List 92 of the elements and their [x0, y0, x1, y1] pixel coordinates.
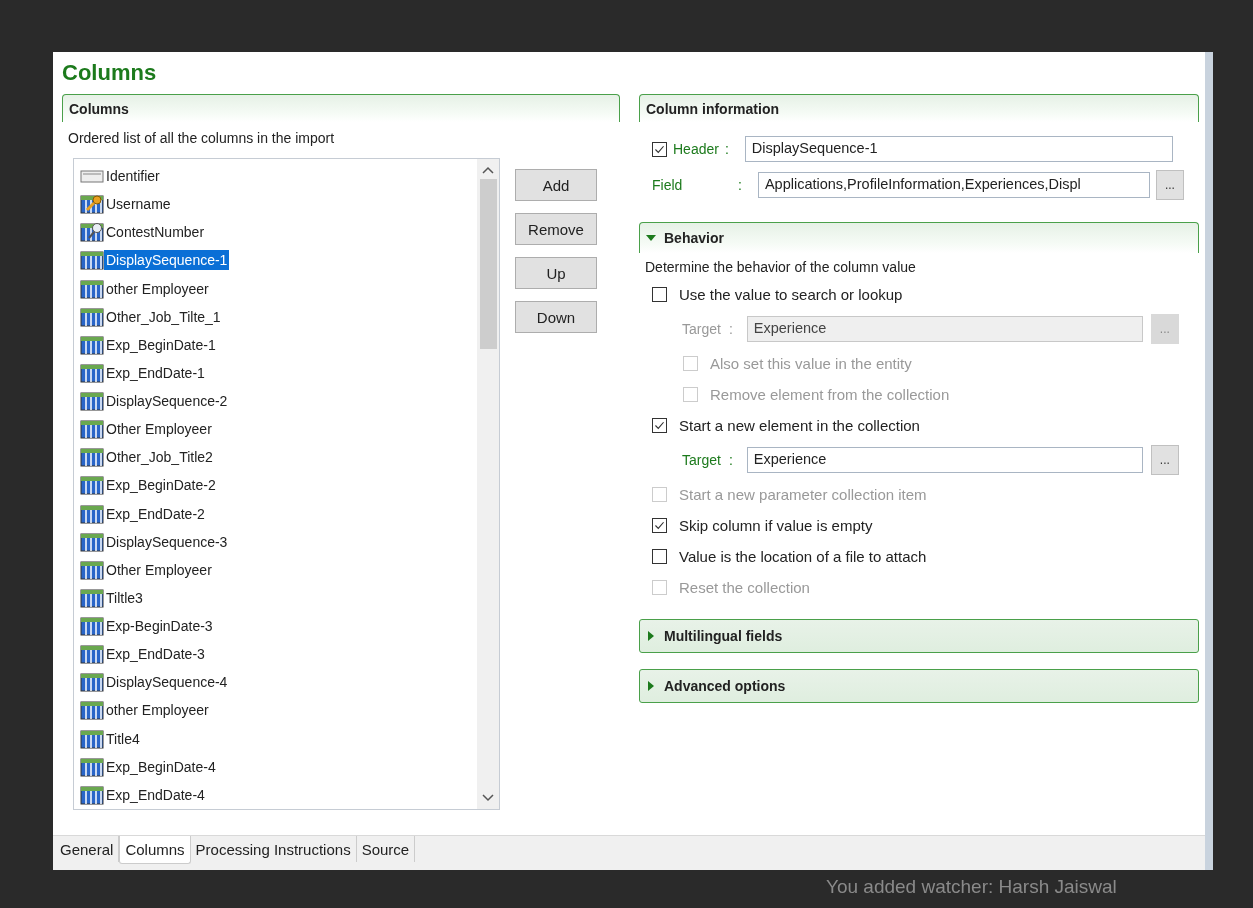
option-label: Remove element from the collection — [710, 386, 950, 403]
column-icon — [80, 334, 104, 355]
list-button[interactable]: Up — [515, 257, 597, 289]
option-label: Also set this value in the entity — [710, 355, 912, 372]
list-item[interactable]: ContestNumber — [104, 222, 207, 243]
column-icon — [80, 391, 104, 412]
option-label: Value is the location of a file to attach — [679, 548, 927, 565]
column-icon — [80, 672, 104, 693]
list-item[interactable]: Other_Job_Title2 — [104, 447, 215, 468]
list-item[interactable]: other Employeer — [104, 278, 211, 299]
expand-icon[interactable] — [646, 631, 656, 641]
checkbox[interactable] — [652, 287, 667, 302]
browse-button[interactable]: ... — [1155, 170, 1184, 200]
section-header[interactable]: Behavior — [639, 222, 1199, 253]
column-icon — [80, 616, 104, 637]
list-item[interactable]: Exp_EndDate-3 — [104, 644, 207, 665]
section-header[interactable]: Multilingual fields — [639, 619, 1199, 653]
section-header[interactable]: Advanced options — [639, 669, 1199, 703]
collapse-icon[interactable] — [646, 233, 656, 243]
dialog-title: Columns — [62, 60, 157, 86]
list-item[interactable]: DisplaySequence-3 — [104, 531, 230, 552]
scroll-down-icon[interactable] — [482, 793, 494, 803]
column-icon — [80, 587, 104, 608]
target-label: Target — [682, 452, 721, 468]
column-icon — [80, 419, 104, 440]
column-icon — [80, 503, 104, 524]
column-icon — [80, 531, 104, 552]
description: Determine the behavior of the column value — [645, 259, 916, 275]
list-item[interactable]: DisplaySequence-1 — [104, 250, 230, 271]
option-label: Start a new element in the collection — [679, 417, 920, 434]
key-icon — [80, 194, 104, 215]
magnifier-icon — [80, 222, 104, 243]
list-item[interactable]: Exp_EndDate-1 — [104, 362, 207, 383]
browse-button[interactable]: ... — [1150, 445, 1179, 475]
column-icon — [80, 559, 104, 580]
group-header: Column information — [639, 94, 1199, 122]
target-label: Target — [682, 321, 721, 337]
field-path[interactable]: Applications,ProfileInformation,Experiences,Displ — [757, 172, 1150, 198]
column-icon — [80, 700, 104, 721]
activity-notice: You added watcher: Harsh Jaiswal — [826, 876, 1117, 898]
option-label: Reset the collection — [679, 579, 810, 596]
list-item[interactable]: Exp_EndDate-2 — [104, 503, 207, 524]
list-item[interactable]: Exp_EndDate-4 — [104, 784, 207, 805]
list-item[interactable]: Username — [104, 194, 173, 215]
list-item[interactable]: DisplaySequence-4 — [104, 672, 230, 693]
list-item[interactable]: Tiltle3 — [104, 587, 145, 608]
checkbox[interactable] — [652, 141, 667, 157]
list-item[interactable]: Exp_BeginDate-4 — [104, 756, 218, 777]
list-item[interactable]: Title4 — [104, 728, 142, 749]
header-field[interactable]: DisplaySequence-1 — [744, 136, 1173, 162]
column-icon — [80, 278, 104, 299]
option-label: Use the value to search or lookup — [679, 286, 903, 303]
list-item[interactable]: Exp_BeginDate-1 — [104, 334, 218, 355]
colon: : — [728, 452, 733, 468]
list-item[interactable]: Identifier — [104, 166, 162, 187]
column-icon — [80, 475, 104, 496]
column-icon — [80, 728, 104, 749]
colon: : — [728, 321, 733, 337]
description: Ordered list of all the columns in the import — [68, 130, 335, 146]
scroll-thumb[interactable] — [479, 179, 497, 349]
list-button[interactable]: Add — [515, 169, 597, 201]
column-icon — [80, 784, 104, 805]
checkbox[interactable] — [652, 518, 667, 533]
column-icon — [80, 306, 104, 327]
scroll-up-icon[interactable] — [482, 165, 494, 175]
header-label: Header — [673, 141, 719, 157]
expand-icon[interactable] — [646, 681, 656, 691]
list-item[interactable]: Exp-BeginDate-3 — [104, 616, 215, 637]
column-icon — [80, 644, 104, 665]
option-label: Skip column if value is empty — [679, 517, 873, 534]
group-header: Columns — [62, 94, 620, 122]
checkbox[interactable] — [652, 418, 667, 433]
checkbox[interactable] — [652, 549, 667, 564]
list-item[interactable]: DisplaySequence-2 — [104, 391, 230, 412]
tab[interactable]: Columns — [119, 836, 191, 864]
column-icon — [80, 447, 104, 468]
colon: : — [738, 177, 742, 193]
target-field[interactable]: Experience — [746, 447, 1143, 473]
column-icon — [80, 250, 104, 271]
option-label: Start a new parameter collection item — [679, 486, 927, 503]
colon: : — [724, 141, 729, 157]
list-item[interactable]: Other Employeer — [104, 419, 214, 440]
list-button[interactable]: Down — [515, 301, 597, 333]
list-item[interactable]: other Employeer — [104, 700, 211, 721]
field-label: Field — [652, 177, 684, 193]
list-button[interactable]: Remove — [515, 213, 597, 245]
list-item[interactable]: Other Employeer — [104, 559, 214, 580]
list-item[interactable]: Other_Job_Tilte_1 — [104, 306, 223, 327]
column-icon — [80, 756, 104, 777]
list-item[interactable]: Exp_BeginDate-2 — [104, 475, 218, 496]
scrollbar[interactable] — [477, 159, 499, 809]
column-icon — [80, 362, 104, 383]
